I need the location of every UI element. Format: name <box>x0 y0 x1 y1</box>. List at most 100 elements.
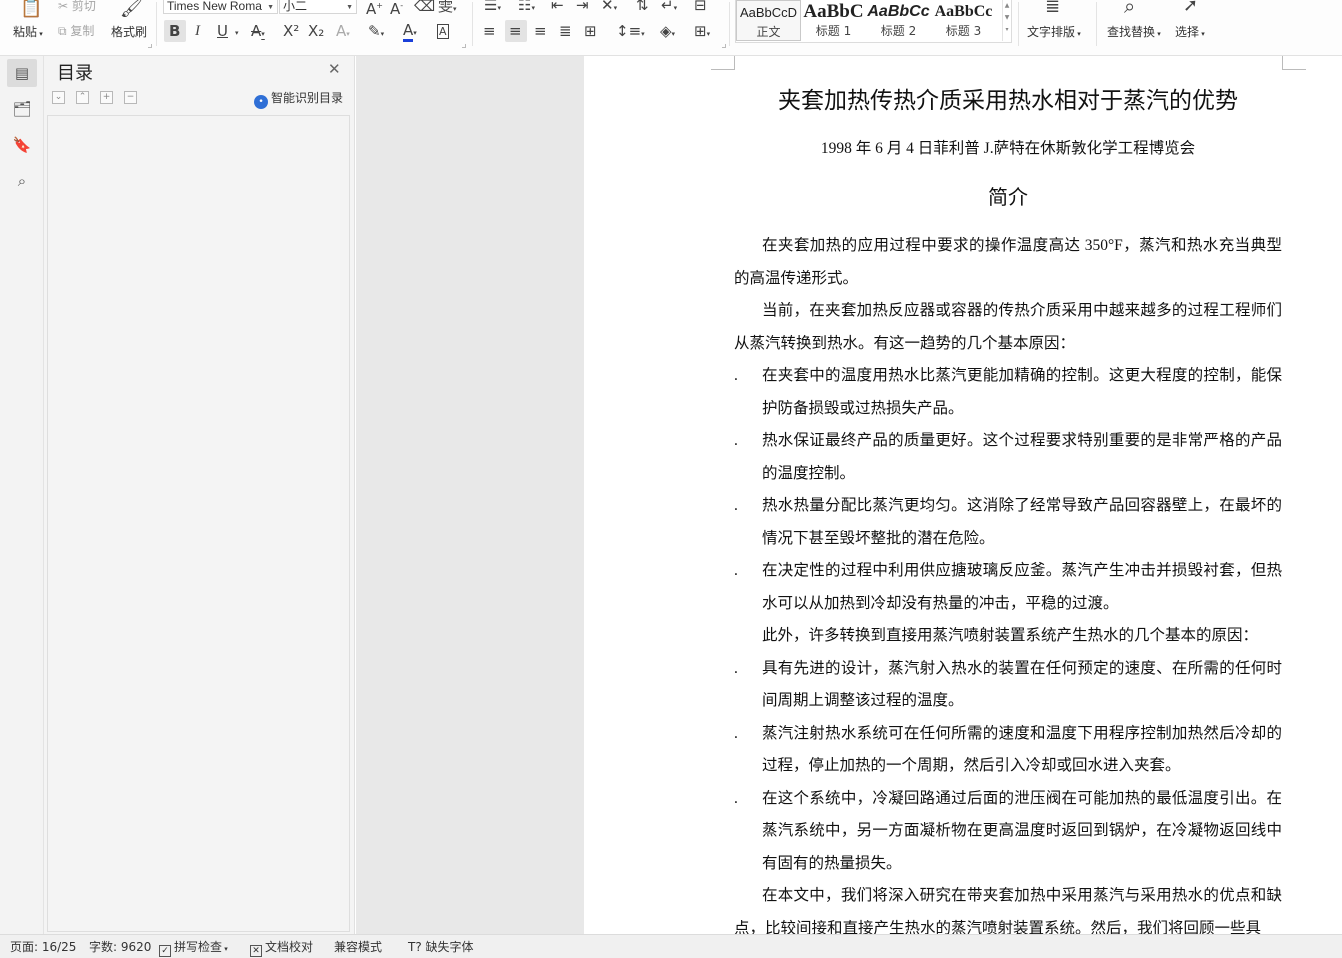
styles-gallery: AaBbCcD 正文 AaBbC 标题 1 AaBbCc 标题 2 AaBbCc… <box>735 0 1012 43</box>
format-painter-icon[interactable]: 🖌 <box>120 0 143 18</box>
chinese-layout-icon[interactable]: ✕▾ <box>601 0 617 17</box>
text-layout-button[interactable]: 文字排版 ▾ <box>1027 24 1081 42</box>
bullet-text: 具有先进的设计，蒸汽射入热水的装置在任何预定的速度、在所需的任何时间周期上调整该… <box>762 659 1282 710</box>
align-right-icon[interactable]: ≡ <box>534 22 547 40</box>
font-size-select[interactable]: 小二 ▼ <box>279 0 357 14</box>
bullet-item[interactable]: . 在这个系统中，冷凝回路通过后面的泄压阀在可能加热的最低温度引出。在蒸汽系统中，… <box>734 783 1282 881</box>
justify-icon[interactable]: ≣ <box>559 22 572 40</box>
style-heading-3[interactable]: AaBbCc 标题 3 <box>931 0 996 41</box>
copy-icon: ⧉ <box>58 24 67 38</box>
font-color-icon[interactable]: A▾ <box>403 21 417 42</box>
group-launcher-icon[interactable] <box>148 44 152 48</box>
group-launcher-icon[interactable] <box>722 44 726 48</box>
grow-font-icon[interactable]: A+ <box>366 0 383 18</box>
bullet-item[interactable]: . 蒸汽注射热水系统可在任何所需的速度和温度下用程序控制加热然后冷却的过程，停止加… <box>734 718 1282 783</box>
italic-button[interactable]: I <box>195 22 200 40</box>
search-icon[interactable]: ⌕ <box>7 167 37 195</box>
styles-scroll-icon[interactable]: ▲ ▼ ▾ <box>1002 0 1011 41</box>
sort-icon[interactable]: ⇅ <box>636 0 649 14</box>
strikethrough-icon[interactable]: A▾ <box>251 22 265 43</box>
highlight-icon[interactable]: ✎▾ <box>368 22 384 43</box>
underline-button[interactable]: U <box>217 22 228 40</box>
bookmark-icon[interactable]: 🔖 <box>7 131 37 159</box>
decrease-indent-icon[interactable]: ⇤ <box>551 0 564 14</box>
bullet-text: 热水热量分配比蒸汽更均匀。这消除了经常导致产品回容器壁上，在最坏的情况下甚至毁坏… <box>762 497 1282 547</box>
increase-indent-icon[interactable]: ⇥ <box>576 0 589 14</box>
paragraph[interactable]: 当前，在夹套加热反应器或容器的传热介质采用中越来越多的过程工程师们从蒸汽转换到热… <box>734 295 1282 360</box>
paste-icon[interactable]: 📋 <box>20 0 42 18</box>
document-body[interactable]: 在夹套加热的应用过程中要求的操作温度高达 350°F，蒸汽和热水充当典型的高温传… <box>734 230 1282 934</box>
paste-button[interactable]: 粘贴 ▾ <box>13 24 43 42</box>
select-button[interactable]: 选择 ▾ <box>1175 24 1205 42</box>
toc-icon[interactable]: ▤ <box>7 59 37 87</box>
cursor-icon[interactable]: ➚ <box>1183 0 1198 15</box>
bullet-item[interactable]: . 在夹套中的温度用热水比蒸汽更能加精确的控制。这更大程度的控制，能保护防备损毁或… <box>734 360 1282 425</box>
subscript-button[interactable]: X₂ <box>308 22 324 40</box>
document-title[interactable]: 夹套加热传热介质采用热水相对于蒸汽的优势 <box>734 86 1282 116</box>
style-heading-1[interactable]: AaBbC 标题 1 <box>801 0 866 41</box>
section-heading[interactable]: 简介 <box>734 185 1282 211</box>
table-tools-icon[interactable]: ⊟ <box>694 0 707 14</box>
bullet-marker: . <box>734 562 738 579</box>
phonetic-icon[interactable]: 雯▾ <box>438 0 457 18</box>
paragraph[interactable]: 在本文中，我们将深入研究在带夹套加热中采用蒸汽与采用热水的优点和缺点，比较间接和… <box>734 880 1282 934</box>
format-painter-button[interactable]: 格式刷 <box>111 24 147 40</box>
missing-fonts-button[interactable]: T? 缺失字体 <box>408 940 474 954</box>
smart-detect-toc-button[interactable]: • 智能识别目录 <box>254 89 343 109</box>
document-page[interactable]: 夹套加热传热介质采用热水相对于蒸汽的优势 1998 年 6 月 4 日菲利普 J… <box>584 56 1342 934</box>
toc-list[interactable] <box>47 115 350 932</box>
find-replace-button[interactable]: 查找替换 ▾ <box>1107 24 1161 42</box>
ribbon-toolbar: 📋 粘贴 ▾ ✂ 剪切 ⧉ 复制 🖌 格式刷 Times New Roma ▼ 小… <box>0 0 1342 56</box>
paragraph[interactable]: 此外，许多转换到直接用蒸汽喷射装置系统产生热水的几个基本的原因： <box>734 620 1282 653</box>
cut-button[interactable]: ✂ 剪切 <box>58 0 96 14</box>
search-icon[interactable]: ⌕ <box>1124 0 1135 16</box>
proofread-icon: ✕ <box>250 945 262 957</box>
borders-icon[interactable]: ⊞▾ <box>694 22 710 43</box>
folder-icon[interactable]: 🗂 <box>7 95 37 123</box>
add-level-icon[interactable]: + <box>100 91 113 104</box>
bullet-marker: . <box>734 367 738 384</box>
underline-dropdown-icon[interactable]: ▾ <box>235 24 239 42</box>
close-icon[interactable]: ✕ <box>328 60 341 78</box>
font-name-select[interactable]: Times New Roma ▼ <box>163 0 278 14</box>
clear-format-icon[interactable]: ⌫ <box>414 0 435 15</box>
bullet-item[interactable]: . 热水热量分配比蒸汽更均匀。这消除了经常导致产品回容器壁上，在最坏的情况下甚至毁… <box>734 490 1282 555</box>
align-left-icon[interactable]: ≡ <box>483 22 496 40</box>
word-count[interactable]: 字数: 9620 <box>89 940 151 954</box>
text-effect-icon[interactable]: A▾ <box>336 22 350 43</box>
shading-icon[interactable]: ◈▾ <box>660 22 675 43</box>
char-border-icon[interactable]: A <box>437 21 449 41</box>
expand-down-icon[interactable]: ⌄ <box>52 91 65 104</box>
doc-proof-button[interactable]: ✕ 文档校对 <box>250 940 313 957</box>
remove-level-icon[interactable]: − <box>124 91 137 104</box>
spell-check-button[interactable]: ✓ 拼写检查 ▾ <box>159 940 228 957</box>
show-marks-icon[interactable]: ↵▾ <box>661 0 677 17</box>
bullet-item[interactable]: . 在决定性的过程中利用供应搪玻璃反应釜。蒸汽产生冲击并损毁衬套，但热水可以从加热… <box>734 555 1282 620</box>
collapse-up-icon[interactable]: ⌃ <box>76 91 89 104</box>
superscript-button[interactable]: X² <box>283 22 299 40</box>
style-sample: AaBbCc <box>934 3 993 20</box>
bold-button[interactable]: B <box>169 22 180 40</box>
bullet-item[interactable]: . 具有先进的设计，蒸汽射入热水的装置在任何预定的速度、在所需的任何时间周期上调整… <box>734 653 1282 718</box>
shrink-font-icon[interactable]: A- <box>390 0 403 18</box>
group-launcher-icon[interactable] <box>462 44 466 48</box>
status-bar: 页面: 16/25 字数: 9620 ✓ 拼写检查 ▾ ✕ 文档校对 兼容模式 T?… <box>0 934 1342 958</box>
align-center-icon[interactable]: ≡ <box>509 22 522 40</box>
bullet-text: 热水保证最终产品的质量更好。这个过程要求特别重要的是非常严格的产品的温度控制。 <box>762 432 1282 482</box>
paragraph[interactable]: 在夹套加热的应用过程中要求的操作温度高达 350°F，蒸汽和热水充当典型的高温传… <box>734 230 1282 295</box>
bullet-item[interactable]: . 热水保证最终产品的质量更好。这个过程要求特别重要的是非常严格的产品的温度控制。 <box>734 425 1282 490</box>
crop-mark <box>711 56 735 70</box>
copy-button[interactable]: ⧉ 复制 <box>58 23 94 39</box>
numbered-list-icon[interactable]: ☷▾ <box>518 0 535 17</box>
scissors-icon: ✂ <box>58 0 69 13</box>
style-heading-2[interactable]: AaBbCc 标题 2 <box>866 0 931 41</box>
style-normal[interactable]: AaBbCcD 正文 <box>736 0 801 41</box>
page-indicator[interactable]: 页面: 16/25 <box>10 940 76 954</box>
style-label: 标题 3 <box>945 24 982 38</box>
document-subtitle[interactable]: 1998 年 6 月 4 日菲利普 J.萨特在休斯敦化学工程博览会 <box>734 138 1282 160</box>
bullet-text: 在夹套中的温度用热水比蒸汽更能加精确的控制。这更大程度的控制，能保护防备损毁或过… <box>762 367 1282 417</box>
line-spacing-icon[interactable]: ↕≡▾ <box>616 22 645 43</box>
distributed-icon[interactable]: ⊞ <box>584 22 597 40</box>
text-layout-icon[interactable]: ≣ <box>1045 0 1060 16</box>
bullet-list-icon[interactable]: ☰▾ <box>484 0 501 17</box>
